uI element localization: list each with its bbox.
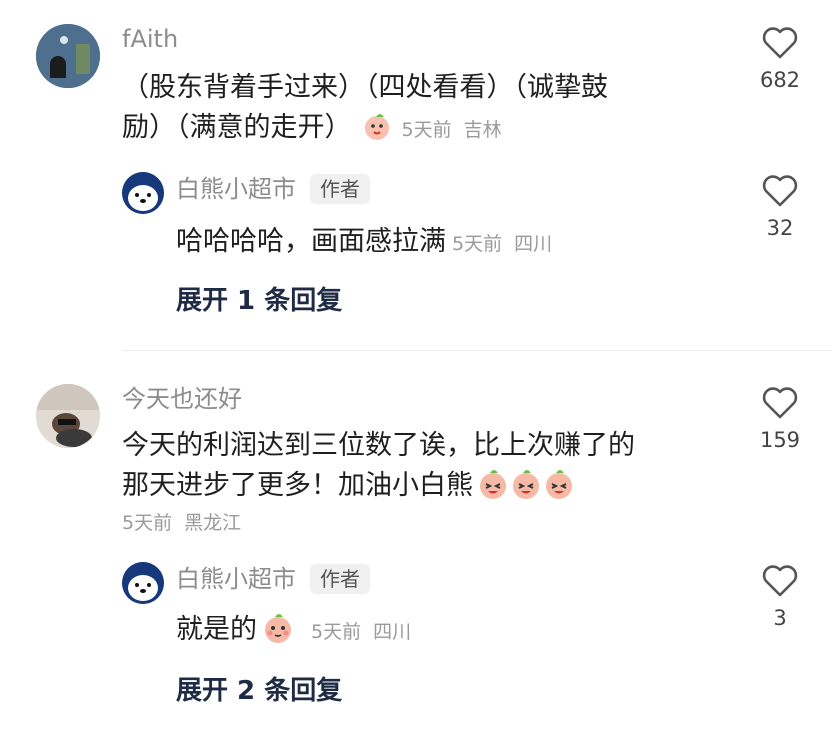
avatar[interactable] <box>122 562 164 604</box>
like-count: 32 <box>766 216 794 240</box>
expand-replies-button[interactable]: 展开 2 条回复 <box>176 670 342 707</box>
like-count: 682 <box>759 68 801 92</box>
author-badge: 作者 <box>310 564 370 594</box>
like-count: 3 <box>773 606 787 630</box>
heart-icon[interactable] <box>761 386 799 420</box>
comment-username[interactable]: fAith <box>122 24 178 54</box>
happy-peach-emoji <box>477 467 575 505</box>
comment-text-line: 今天的利润达到三位数了诶，比上次赚了的 <box>122 430 635 461</box>
comment-time: 5天前 <box>122 512 173 534</box>
heart-icon[interactable] <box>761 26 799 60</box>
comment-text-line: 那天进步了更多！加油小白熊 <box>122 470 473 501</box>
like-button[interactable]: 159 <box>750 386 810 452</box>
comment-location: 吉林 <box>463 118 502 141</box>
peach-face-emoji <box>362 111 392 145</box>
reply-time: 5天前 <box>311 620 362 643</box>
reply-text: 就是的 <box>176 614 257 645</box>
like-count: 159 <box>759 428 801 452</box>
comment-location: 黑龙江 <box>184 512 242 534</box>
expand-replies-button[interactable]: 展开 1 条回复 <box>176 280 342 317</box>
reply-text: 哈哈哈哈，画面感拉满 <box>176 226 446 257</box>
shy-peach-emoji <box>261 611 295 649</box>
reply-location: 四川 <box>514 232 553 255</box>
reply-username[interactable]: 白熊小超市 <box>176 174 296 204</box>
avatar[interactable] <box>122 172 164 214</box>
avatar[interactable] <box>36 24 100 88</box>
heart-icon[interactable] <box>761 564 799 598</box>
like-button[interactable]: 682 <box>750 26 810 92</box>
reply-username[interactable]: 白熊小超市 <box>176 564 296 594</box>
divider <box>122 350 832 351</box>
reply-time: 5天前 <box>452 232 503 255</box>
comment-time: 5天前 <box>401 118 452 141</box>
reply-location: 四川 <box>373 620 412 643</box>
comment-text-line: 励）（满意的走开） <box>122 112 352 143</box>
comment-text-line: （股东背着手过来）（四处看看）（诚挚鼓 <box>122 72 608 103</box>
heart-icon[interactable] <box>761 174 799 208</box>
avatar[interactable] <box>36 384 100 448</box>
like-button[interactable]: 32 <box>750 174 810 240</box>
like-button[interactable]: 3 <box>750 564 810 630</box>
author-badge: 作者 <box>310 174 370 204</box>
comment-username[interactable]: 今天也还好 <box>122 384 242 414</box>
